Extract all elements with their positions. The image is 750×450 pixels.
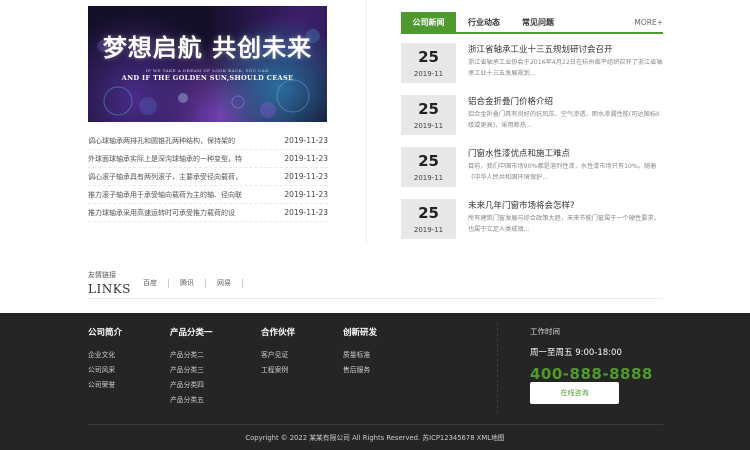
feed-summary: 铝合金折叠门具有良好的抗风压、空气渗透、雨水渗漏性能(可达国标II级或更高)，采… (468, 111, 660, 129)
links-divider (88, 298, 663, 299)
footer-link[interactable]: 产品分类四 (170, 378, 213, 393)
date-year-month: 2019-11 (413, 174, 444, 182)
feed-title[interactable]: 未来几年门窗市场将会怎样? (468, 199, 663, 211)
footer-link[interactable]: 产品分类五 (170, 393, 213, 408)
date-box: 25 2019-11 (401, 147, 456, 187)
footer-link[interactable]: 企业文化 (88, 348, 122, 363)
date-day: 25 (418, 204, 439, 222)
date-year-month: 2019-11 (413, 226, 444, 234)
footer-rule (88, 424, 663, 425)
footer-column-title[interactable]: 合作伙伴 (261, 326, 295, 338)
footer-divider (497, 323, 498, 413)
news-title[interactable]: 调心滚子轴承具有两列滚子，主要承受径向载荷， (88, 172, 256, 182)
contact-info: 工作时间 周一至周五 9:00-18:00 400-888-8888 (530, 326, 653, 383)
feed-summary: 浙江省轴承工业协会于2016年4月22日在杭州临平组织召开了浙江省轴承工业十三五… (468, 59, 663, 77)
footer-link[interactable]: 产品分类二 (170, 348, 213, 363)
list-item[interactable]: 调心球轴承两排孔和圆锥孔两种结构，保持架的 2019-11-23 (88, 132, 328, 150)
news-feed: 25 2019-11 浙江省轴承工业十三五规划研讨会召开 浙江省轴承工业协会于2… (401, 43, 663, 251)
friend-links-label-en: LINKS (88, 282, 131, 296)
footer-column-title[interactable]: 公司简介 (88, 326, 122, 338)
feed-title[interactable]: 铝合金折叠门价格介绍 (468, 95, 663, 107)
list-item[interactable]: 推力球轴承采用高速运转时可承受推力载荷的设 2019-11-23 (88, 204, 328, 222)
friend-link-netease[interactable]: 网易 (217, 279, 243, 288)
banner-small-text: IF WE TAKE A DREAM OF LOOK BACK, YOU CAN (145, 68, 270, 73)
list-item[interactable]: 推力滚子轴承用于承受轴向载荷为主的轴、径向联 2019-11-23 (88, 186, 328, 204)
friend-link-tencent[interactable]: 腾讯 (180, 279, 206, 288)
footer-link[interactable]: 客户见证 (261, 348, 295, 363)
list-item[interactable]: 调心滚子轴承具有两列滚子，主要承受径向载荷， 2019-11-23 (88, 168, 328, 186)
news-list: 调心球轴承两排孔和圆锥孔两种结构，保持架的 2019-11-23 外球面球轴承实… (88, 132, 328, 222)
feed-summary: 所有建筑门窗发展与综合政策大趋，未来节能门窗属于一个硬性要求，也属于立足人类城镇… (468, 215, 660, 233)
tab-industry-news[interactable]: 行业动态 (468, 12, 500, 34)
hours-time: 周一至周五 9:00-18:00 (530, 348, 622, 358)
date-day: 25 (418, 48, 439, 66)
banner-title: 梦想启航 共创未来 (102, 33, 313, 62)
news-date: 2019-11-23 (284, 190, 328, 199)
tab-faq[interactable]: 常见问题 (522, 12, 554, 34)
footer-column-rnd: 创新研发 质量标准 售后服务 (343, 326, 377, 378)
content-area: 梦想启航 共创未来 IF WE TAKE A DREAM OF LOOK BAC… (0, 0, 750, 313)
banner-subtitle: AND IF THE GOLDEN SUN,SHOULD CEASE (121, 74, 294, 82)
footer-column-company: 公司简介 企业文化 公司风采 公司荣誉 (88, 326, 122, 393)
news-tabs: 公司新闻 行业动态 常见问题 MORE+ (401, 12, 663, 34)
hours-label: 工作时间 (530, 327, 560, 336)
column-divider (366, 0, 367, 245)
news-title[interactable]: 推力滚子轴承用于承受轴向载荷为主的轴、径向联 (88, 190, 256, 200)
news-title[interactable]: 调心球轴承两排孔和圆锥孔两种结构，保持架的 (88, 136, 256, 146)
friend-links-heading: 友情链接 LINKS (88, 270, 131, 296)
news-title[interactable]: 推力球轴承采用高速运转时可承受推力载荷的设 (88, 208, 256, 218)
more-link[interactable]: MORE+ (634, 12, 663, 34)
feed-title[interactable]: 浙江省轴承工业十三五规划研讨会召开 (468, 43, 663, 55)
date-day: 25 (418, 100, 439, 118)
friend-link-baidu[interactable]: 百度 (143, 279, 169, 288)
list-item[interactable]: 25 2019-11 铝合金折叠门价格介绍 铝合金折叠门具有良好的抗风压、空气渗… (401, 95, 663, 147)
date-box: 25 2019-11 (401, 43, 456, 83)
footer-column-title[interactable]: 创新研发 (343, 326, 377, 338)
banner-bubbles (97, 29, 320, 122)
page: 梦想启航 共创未来 IF WE TAKE A DREAM OF LOOK BAC… (0, 0, 750, 450)
date-box: 25 2019-11 (401, 199, 456, 239)
feed-summary: 目前，我们中国市场90%都是溶剂性漆，水性漆市场只有10%。随着《中华人民共和国… (468, 163, 657, 181)
list-item[interactable]: 25 2019-11 浙江省轴承工业十三五规划研讨会召开 浙江省轴承工业协会于2… (401, 43, 663, 95)
friend-links: 百度 腾讯 网易 (143, 279, 254, 288)
list-item[interactable]: 25 2019-11 门窗水性漆优点和施工难点 目前，我们中国市场90%都是溶剂… (401, 147, 663, 199)
feed-title[interactable]: 门窗水性漆优点和施工难点 (468, 147, 663, 159)
footer-link[interactable]: 公司荣誉 (88, 378, 122, 393)
copyright: Copyright © 2022 某某有限公司 All Rights Reser… (245, 434, 505, 442)
footer-column-partners: 合作伙伴 客户见证 工程案例 (261, 326, 295, 378)
footer-link[interactable]: 公司风采 (88, 363, 122, 378)
list-item[interactable]: 25 2019-11 未来几年门窗市场将会怎样? 所有建筑门窗发展与综合政策大趋… (401, 199, 663, 251)
news-date: 2019-11-23 (284, 154, 328, 163)
footer-column-products: 产品分类一 产品分类二 产品分类三 产品分类四 产品分类五 (170, 326, 213, 408)
news-date: 2019-11-23 (284, 136, 328, 145)
banner-image[interactable]: 梦想启航 共创未来 IF WE TAKE A DREAM OF LOOK BAC… (88, 6, 327, 122)
news-date: 2019-11-23 (284, 172, 328, 181)
footer-link[interactable]: 产品分类三 (170, 363, 213, 378)
news-title[interactable]: 外球面球轴承实际上是深沟球轴承的一种变型，特 (88, 154, 256, 164)
news-date: 2019-11-23 (284, 208, 328, 217)
footer-link[interactable]: 售后服务 (343, 363, 377, 378)
friend-links-label: 友情链接 (88, 271, 116, 279)
footer-link[interactable]: 质量标准 (343, 348, 377, 363)
footer-link[interactable]: 工程案例 (261, 363, 295, 378)
footer-column-title[interactable]: 产品分类一 (170, 326, 213, 338)
online-consult-button[interactable]: 在线咨询 (530, 382, 619, 404)
date-box: 25 2019-11 (401, 95, 456, 135)
date-day: 25 (418, 152, 439, 170)
list-item[interactable]: 外球面球轴承实际上是深沟球轴承的一种变型，特 2019-11-23 (88, 150, 328, 168)
tab-company-news[interactable]: 公司新闻 (401, 12, 456, 34)
date-year-month: 2019-11 (413, 122, 444, 130)
footer: 公司简介 企业文化 公司风采 公司荣誉 产品分类一 产品分类二 产品分类三 产品… (0, 313, 750, 450)
phone-number: 400-888-8888 (530, 365, 653, 383)
date-year-month: 2019-11 (413, 70, 444, 78)
